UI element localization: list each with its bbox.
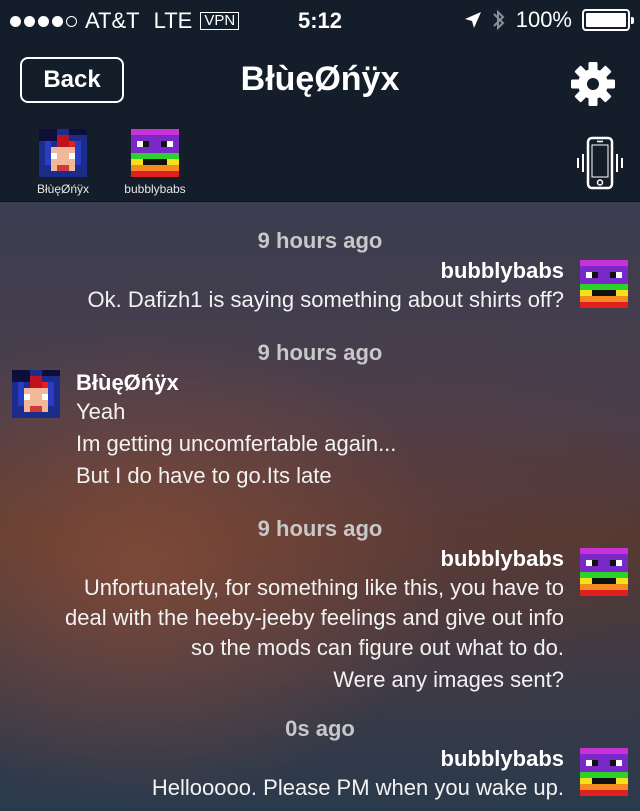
avatar[interactable] [580, 260, 628, 308]
status-right: 100% [464, 7, 634, 33]
message-line: deal with the heeby-jeeby feelings and g… [64, 605, 564, 630]
message-sender: BłùęØńÿx [76, 370, 179, 395]
message-line: Hellooooo. Please PM when you wake up. [151, 775, 564, 800]
avatar[interactable] [580, 748, 628, 796]
message-sender: bubblybabs [440, 258, 564, 283]
status-bar: AT&T LTE VPN 5:12 100% [0, 0, 640, 40]
participant-bubblybabs[interactable]: bubblybabs [110, 129, 200, 196]
battery-percent: 100% [515, 7, 572, 32]
chat-transcript[interactable]: 9 hours ago bubblybabs Ok. Dafizh1 is sa… [0, 202, 640, 811]
bluetooth-icon [492, 8, 506, 32]
message-blueonyx: BłùęØńÿx Yeah Im getting uncomfertable a… [76, 369, 396, 491]
gear-icon[interactable] [570, 61, 616, 107]
participant-name: bubblybabs [124, 182, 186, 196]
message-line: Ok. Dafizh1 is saying something about sh… [87, 287, 564, 312]
message-sender: bubblybabs [440, 546, 564, 571]
message-timestamp: 9 hours ago [257, 228, 383, 253]
message-bubblybabs: bubblybabs Unfortunately, for something … [65, 545, 564, 695]
page-title: BłùęØńÿx [240, 60, 400, 98]
avatar[interactable] [12, 370, 60, 418]
navigation-bar: Back BłùęØńÿx [0, 40, 640, 122]
location-arrow-icon [464, 11, 482, 29]
participant-blueonyx[interactable]: BłùęØńÿx [18, 129, 108, 196]
vibrate-phone-icon[interactable] [576, 136, 624, 192]
avatar [39, 129, 87, 177]
message-line: Unfortunately, for something like this, … [83, 575, 564, 600]
message-bubblybabs: bubblybabs Hellooooo. Please PM when you… [152, 745, 564, 803]
battery-icon [582, 9, 634, 31]
message-line: Were any images sent? [333, 667, 564, 692]
participants-bar: BłùęØńÿx bubblybabs [0, 122, 640, 202]
message-timestamp: 9 hours ago [257, 340, 383, 365]
message-bubblybabs: bubblybabs Ok. Dafizh1 is saying somethi… [87, 257, 564, 315]
participant-name: BłùęØńÿx [36, 182, 90, 196]
back-button[interactable]: Back [20, 57, 124, 103]
avatar[interactable] [580, 548, 628, 596]
message-line: Im getting uncomfertable again... [76, 431, 397, 456]
message-line: so the mods can figure out what to do. [190, 635, 564, 660]
avatar [131, 129, 179, 177]
message-line: But I do have to go.Its late [76, 463, 332, 488]
message-timestamp: 9 hours ago [257, 516, 383, 541]
message-sender: bubblybabs [440, 746, 564, 771]
message-timestamp: 0s ago [285, 716, 355, 741]
message-line: Yeah [76, 399, 126, 424]
